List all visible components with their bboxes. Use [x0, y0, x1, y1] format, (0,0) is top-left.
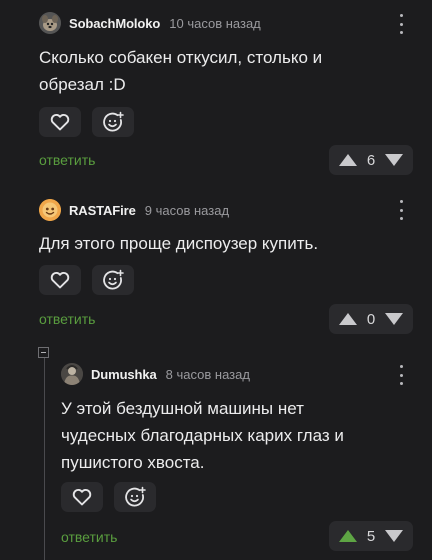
reply-link[interactable]: ответить — [61, 529, 117, 545]
heart-icon — [72, 488, 92, 506]
username[interactable]: Dumushka — [91, 367, 157, 382]
rating-control: 5 — [329, 521, 413, 551]
upvote-arrow-icon[interactable] — [338, 529, 358, 543]
timestamp[interactable]: 8 часов назад — [166, 367, 250, 382]
comment-text: У этой бездушной машины нет чудесных бла… — [61, 399, 344, 472]
add-emoji-icon — [125, 486, 146, 507]
downvote-arrow-icon[interactable] — [384, 529, 404, 543]
like-button[interactable] — [61, 482, 103, 512]
more-options-icon[interactable] — [397, 365, 405, 385]
rating-value: 5 — [366, 527, 376, 545]
comment-reply: Dumushka 8 часов назад У этой бездушной … — [0, 0, 432, 560]
comment-header: Dumushka 8 часов назад — [61, 362, 250, 386]
add-reaction-button[interactable] — [114, 482, 156, 512]
figure-avatar-icon[interactable] — [61, 363, 83, 385]
comments-feed: SobachMoloko 10 часов назад Сколько соба… — [0, 0, 432, 560]
